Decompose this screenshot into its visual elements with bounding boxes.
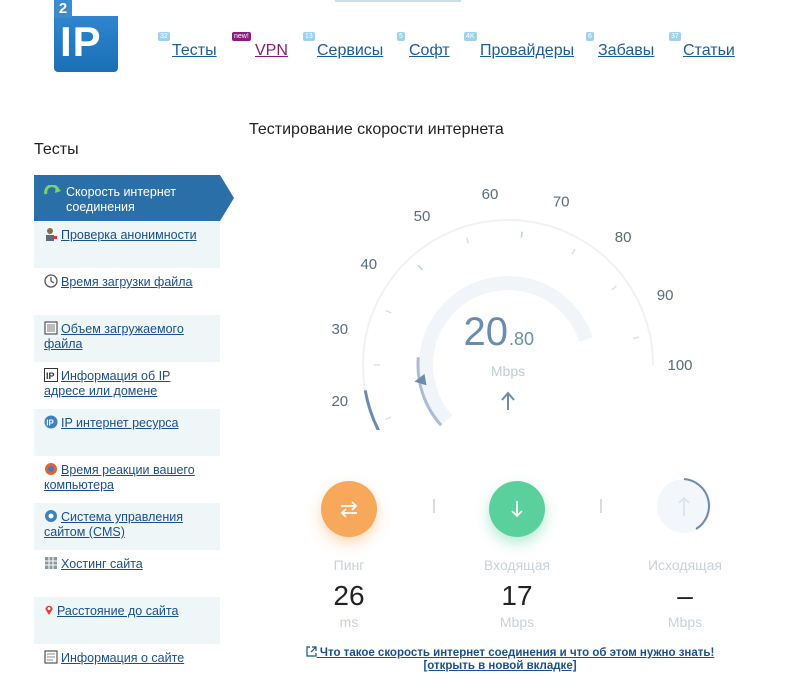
- download-unit: Mbps: [499, 614, 535, 630]
- open-new-tab-link[interactable]: [открыть в новой вкладке]: [300, 660, 700, 672]
- upload-button[interactable]: [656, 478, 712, 534]
- upload-direction-icon: [501, 391, 515, 410]
- gauge-tick-label: 60: [482, 186, 499, 203]
- top-nav: 32 Тесты new! VPN 13 Сервисы 5 Софт 4K П…: [0, 30, 800, 70]
- sidebar-item-label[interactable]: IP интернет ресурса: [61, 416, 179, 430]
- sidebar-item-label[interactable]: Объем загружаемого файла: [44, 322, 184, 351]
- sidebar-item-label[interactable]: Расстояние до сайта: [57, 604, 178, 618]
- nav-badge-new: new!: [232, 32, 251, 41]
- gauge-tick-label: 40: [360, 256, 377, 273]
- speed-unit: Mbps: [491, 363, 525, 379]
- gauge-tick-label: 80: [615, 229, 632, 246]
- gauge-minor-tick: [633, 336, 640, 340]
- nav-link-fun[interactable]: Забавы: [598, 42, 654, 60]
- sidebar-item-ip-resource[interactable]: IP IP интернет ресурса: [34, 409, 220, 456]
- nav-badge: 37: [669, 32, 681, 41]
- sidebar-item-label[interactable]: Информация об IP адресе или домене: [44, 369, 170, 398]
- page-title: Тестирование скорости интернета: [249, 121, 504, 138]
- sidebar-item-anonymity[interactable]: Проверка анонимности: [34, 221, 220, 268]
- ip-globe-icon: IP: [44, 415, 58, 429]
- sidebar-item-site-info[interactable]: Информация о сайте: [34, 644, 220, 690]
- speed-gauge: 0102030405060708090100 20 .80 Mbps: [331, 186, 693, 430]
- arrow-down-icon: [511, 501, 523, 518]
- nav-link-services[interactable]: Сервисы: [317, 42, 383, 60]
- download-label: Входящая: [483, 557, 551, 573]
- speed-arrows-icon: [44, 185, 61, 195]
- gauge-minor-tick: [385, 309, 392, 314]
- nav-badge: 6: [586, 32, 594, 41]
- nav-link-software[interactable]: Софт: [409, 42, 450, 60]
- gauge-tick-label: 50: [414, 208, 431, 225]
- file-size-icon: [44, 321, 58, 335]
- gauge-minor-tick: [571, 248, 576, 255]
- map-pin-icon: [45, 605, 53, 615]
- gauge-minor-tick: [520, 231, 523, 238]
- ping-label: Пинг: [333, 557, 365, 573]
- gauge-tick-label: 70: [553, 193, 570, 210]
- gauge-minor-tick: [465, 237, 470, 244]
- upload-value: –: [677, 580, 693, 611]
- nav-link-tests[interactable]: Тесты: [172, 42, 217, 60]
- stat-separator: [600, 499, 602, 513]
- gauge-tick-label: 30: [331, 321, 348, 338]
- sidebar-item-distance[interactable]: Расстояние до сайта: [34, 597, 220, 644]
- nav-badge: 4K: [464, 32, 477, 41]
- stat-separator: [433, 499, 435, 513]
- cms-gear-icon: [45, 510, 57, 522]
- gauge-minor-tick: [611, 285, 617, 291]
- ping-unit: ms: [339, 614, 359, 630]
- info-article-link-text: Что такое скорость интернет соединения и…: [319, 647, 715, 659]
- sidebar-item-cms[interactable]: Система управления сайтом (CMS): [34, 503, 220, 550]
- ping-button[interactable]: [321, 481, 377, 537]
- gauge-tick-label: 20: [331, 393, 348, 410]
- nav-link-vpn[interactable]: VPN: [255, 42, 288, 60]
- sidebar: Скорость интернет соединения Проверка ан…: [34, 175, 234, 690]
- svg-text:IP: IP: [46, 419, 54, 428]
- gauge-minor-tick: [417, 264, 423, 271]
- gauge-tick-label: 100: [667, 357, 692, 374]
- nav-badge: 5: [397, 32, 405, 41]
- sidebar-item-label[interactable]: Хостинг сайта: [61, 557, 143, 571]
- nav-link-articles[interactable]: Статьи: [683, 42, 735, 60]
- sidebar-item-download-time[interactable]: Время загрузки файла: [34, 268, 220, 315]
- gauge-tick-labels: 0102030405060708090100: [331, 186, 692, 410]
- sidebar-item-label[interactable]: Информация о сайте: [61, 651, 184, 665]
- sidebar-title: Тесты: [34, 141, 79, 158]
- logo-badge: 2: [54, 0, 72, 18]
- nav-link-providers[interactable]: Провайдеры: [480, 42, 574, 60]
- upload-label: Исходящая: [647, 557, 723, 573]
- download-value: 17: [501, 580, 533, 611]
- sidebar-item-hosting[interactable]: Хостинг сайта: [34, 550, 220, 597]
- sidebar-item-speed-test[interactable]: Скорость интернет соединения: [34, 175, 234, 221]
- sidebar-item-file-size[interactable]: Объем загружаемого файла: [34, 315, 220, 362]
- speed-value-integer: 20: [464, 310, 509, 354]
- download-button[interactable]: [489, 481, 545, 537]
- sidebar-item-label[interactable]: Время загрузки файла: [61, 275, 193, 289]
- hosting-server-icon: [45, 557, 57, 569]
- ping-swap-icon: [340, 501, 358, 518]
- top-strip: [335, 0, 461, 2]
- info-article-link[interactable]: Что такое скорость интернет соединения и…: [300, 646, 720, 660]
- clock-icon: [44, 274, 58, 288]
- sidebar-item-reaction-time[interactable]: Время реакции вашего компьютера: [34, 456, 220, 503]
- reaction-icon: [45, 463, 57, 475]
- site-info-icon: [44, 650, 58, 664]
- upload-unit: Mbps: [667, 614, 703, 630]
- speed-value-decimal: .80: [509, 329, 534, 349]
- external-link-icon: [306, 646, 317, 657]
- sidebar-item-label[interactable]: Система управления сайтом (CMS): [44, 510, 183, 539]
- ip-icon: IP: [44, 368, 58, 382]
- sidebar-item-label[interactable]: Проверка анонимности: [61, 228, 197, 242]
- spy-person-icon: [46, 228, 57, 241]
- gauge-minor-tick: [385, 416, 392, 421]
- gauge-tick-label: 90: [657, 287, 674, 304]
- ping-value: 26: [333, 580, 365, 611]
- sidebar-item-label[interactable]: Время реакции вашего компьютера: [44, 463, 195, 492]
- nav-badge: 32: [158, 32, 170, 41]
- nav-badge: 13: [303, 32, 315, 41]
- svg-text:IP: IP: [46, 371, 55, 381]
- sidebar-item-ip-info[interactable]: IP Информация об IP адресе или домене: [34, 362, 220, 409]
- sidebar-item-label: Скорость интернет соединения: [66, 185, 176, 214]
